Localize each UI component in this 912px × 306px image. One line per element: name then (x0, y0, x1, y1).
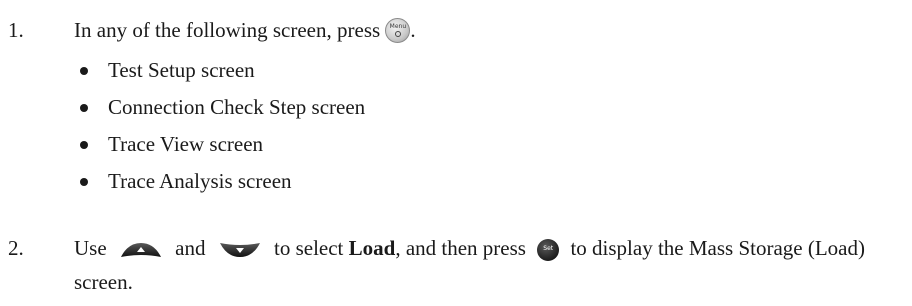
bullet-icon (80, 67, 88, 75)
step-instruction: In any of the following screen, press Me… (74, 16, 416, 44)
step-text: In any of the following screen, press (74, 18, 381, 42)
list-item-text: Trace Analysis screen (108, 169, 292, 193)
list-item: Connection Check Step screen (78, 89, 365, 126)
power-symbol-icon (395, 30, 402, 37)
down-arrow-button-icon (219, 243, 260, 258)
step-text: and (175, 236, 206, 260)
up-arrow-button-icon (120, 243, 161, 258)
set-button-icon: Set (537, 239, 560, 262)
set-label: Set (543, 245, 554, 253)
step-text: , and then press (395, 236, 526, 260)
list-item: Test Setup screen (78, 52, 365, 89)
bullet-icon (80, 141, 88, 149)
load-term: Load (348, 236, 396, 260)
step-number: 1. (8, 18, 24, 42)
step-text: Use (74, 236, 107, 260)
screen-list: Test Setup screen Connection Check Step … (78, 52, 365, 200)
step-instruction: Use and to select Load, and then press S… (74, 231, 894, 299)
list-item-text: Test Setup screen (108, 58, 255, 82)
step-2: 2. Use and to select Load, and then pres… (0, 234, 912, 304)
menu-label: Menu (389, 22, 407, 30)
step-text: to select (274, 236, 344, 260)
bullet-icon (80, 178, 88, 186)
bullet-icon (80, 104, 88, 112)
list-item: Trace Analysis screen (78, 163, 365, 200)
menu-power-button-icon: Menu (385, 17, 411, 43)
list-item-text: Trace View screen (108, 132, 264, 156)
step-text-end: . (410, 18, 416, 42)
list-item-text: Connection Check Step screen (108, 95, 366, 119)
step-1: 1. In any of the following screen, press… (0, 16, 912, 46)
step-number: 2. (8, 236, 24, 260)
list-item: Trace View screen (78, 126, 365, 163)
